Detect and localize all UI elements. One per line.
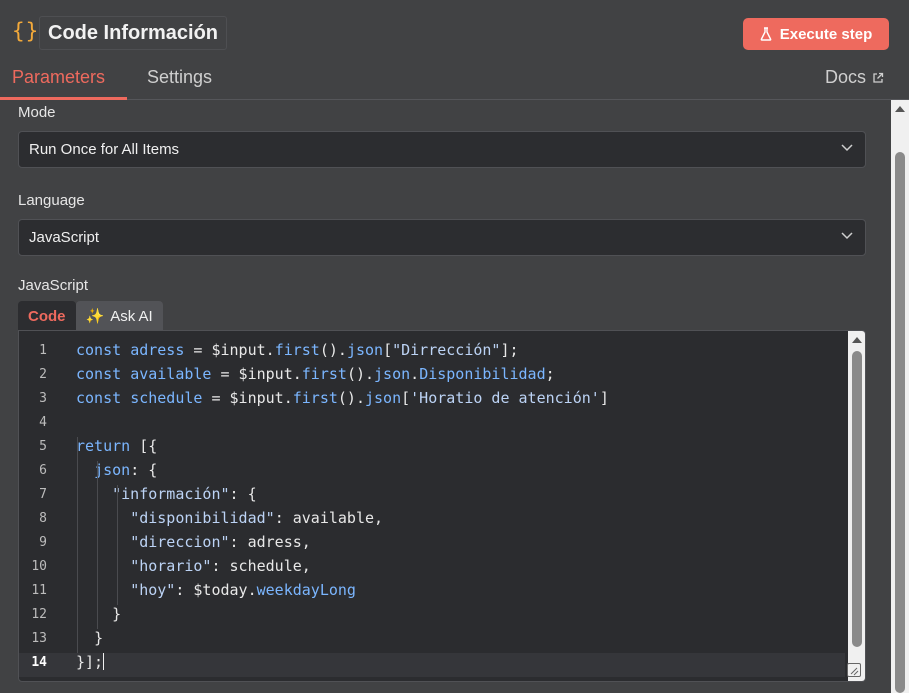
line-number: 11	[31, 583, 47, 598]
code-line[interactable]: const available = $input.first().json.Di…	[76, 365, 555, 383]
code-line[interactable]: }];	[76, 653, 105, 671]
indent-guide	[77, 437, 78, 653]
code-braces-icon: {}	[12, 19, 40, 43]
sparkles-icon: ✨	[85, 308, 105, 325]
line-number: 13	[31, 631, 47, 646]
node-tabs: Parameters Settings Docs	[0, 62, 909, 100]
line-number: 9	[39, 535, 47, 550]
resize-handle[interactable]	[847, 663, 861, 677]
panel-scrollbar[interactable]	[891, 100, 909, 693]
code-line[interactable]: }	[76, 605, 121, 623]
mode-select[interactable]: Run Once for All Items	[18, 131, 866, 168]
line-number: 5	[39, 439, 47, 454]
code-line[interactable]: return [{	[76, 437, 157, 455]
scroll-up-icon[interactable]	[852, 337, 862, 343]
language-value: JavaScript	[29, 229, 100, 246]
text-cursor	[103, 653, 105, 670]
active-line-highlight	[19, 653, 845, 677]
line-number: 4	[39, 415, 47, 430]
chevron-down-icon	[841, 144, 853, 152]
tab-settings[interactable]: Settings	[147, 67, 212, 88]
chevron-down-icon	[841, 232, 853, 240]
mode-label: Mode	[18, 104, 56, 121]
code-line[interactable]: "disponibilidad": available,	[76, 509, 383, 527]
node-title[interactable]: Code Información	[39, 16, 228, 50]
code-editor[interactable]: 1 2 3 4 5 6 7 8 9 10 11 12 13 14 const adress = $inpu…	[18, 330, 866, 682]
tab-code[interactable]: Code	[18, 301, 76, 331]
line-number: 2	[39, 367, 47, 382]
javascript-label: JavaScript	[18, 277, 89, 294]
execute-step-button[interactable]: Execute step	[743, 18, 889, 50]
code-line[interactable]: }	[76, 629, 103, 647]
indent-guide	[117, 485, 118, 605]
docs-label: Docs	[825, 67, 867, 87]
line-number: 14	[31, 655, 47, 670]
code-line[interactable]: "información": {	[76, 485, 257, 503]
editor-scroll-thumb[interactable]	[852, 351, 862, 647]
code-line[interactable]: "horario": schedule,	[76, 557, 311, 575]
panel-scroll-thumb[interactable]	[895, 152, 905, 693]
execute-step-label: Execute step	[779, 25, 873, 43]
code-line[interactable]: const schedule = $input.first().json['Ho…	[76, 389, 609, 407]
docs-link[interactable]: Docs	[825, 67, 884, 88]
tab-parameters[interactable]: Parameters	[12, 67, 105, 88]
tab-ask-ai[interactable]: ✨ Ask AI	[75, 301, 163, 331]
node-header: {} Code Información Execute step Paramet…	[0, 0, 909, 100]
editor-tabs: Code ✨ Ask AI	[18, 301, 163, 331]
line-number: 8	[39, 511, 47, 526]
scroll-up-icon[interactable]	[895, 106, 905, 112]
line-number: 12	[31, 607, 47, 622]
external-link-icon	[873, 72, 884, 83]
line-number: 7	[39, 487, 47, 502]
mode-value: Run Once for All Items	[29, 141, 180, 158]
flask-icon	[760, 27, 772, 41]
ask-ai-label: Ask AI	[110, 307, 153, 325]
line-number: 3	[39, 391, 47, 406]
line-number: 6	[39, 463, 47, 478]
resize-icon	[850, 667, 859, 676]
parameters-panel: Mode Run Once for All Items Language Jav…	[0, 100, 890, 693]
line-number: 1	[39, 343, 47, 358]
editor-scrollbar[interactable]	[848, 331, 865, 681]
line-number-gutter: 1 2 3 4 5 6 7 8 9 10 11 12 13 14	[19, 331, 69, 681]
code-line[interactable]: "direccion": adress,	[76, 533, 311, 551]
language-label: Language	[18, 192, 85, 209]
indent-guide	[97, 461, 98, 629]
line-number: 10	[31, 559, 47, 574]
code-line[interactable]: json: {	[76, 461, 157, 479]
language-select[interactable]: JavaScript	[18, 219, 866, 256]
code-line[interactable]: const adress = $input.first().json["Dirr…	[76, 341, 519, 359]
